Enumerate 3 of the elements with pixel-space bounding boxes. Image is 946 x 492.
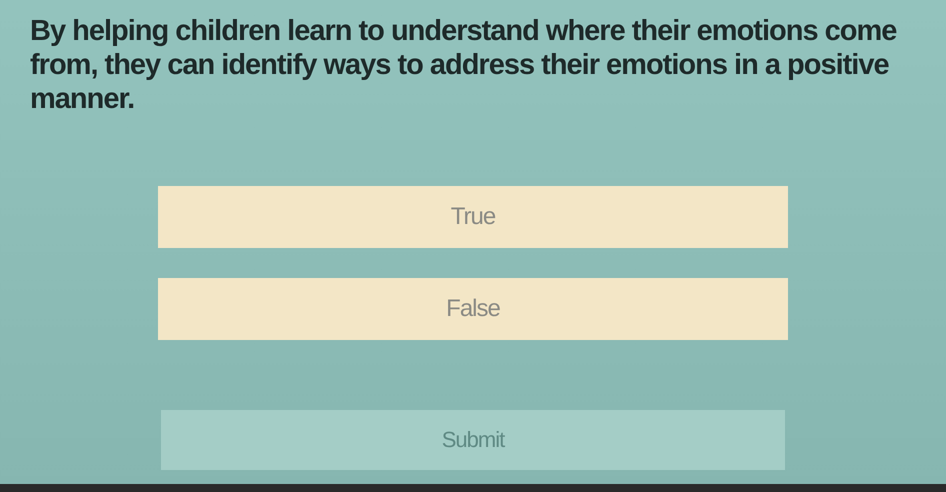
question-text: By helping children learn to understand where their emotions come from, they can identify ways to address their emotions in a positive manner. — [30, 14, 898, 116]
answer-option[interactable]: False — [158, 278, 788, 340]
answer-option[interactable]: True — [158, 186, 788, 248]
